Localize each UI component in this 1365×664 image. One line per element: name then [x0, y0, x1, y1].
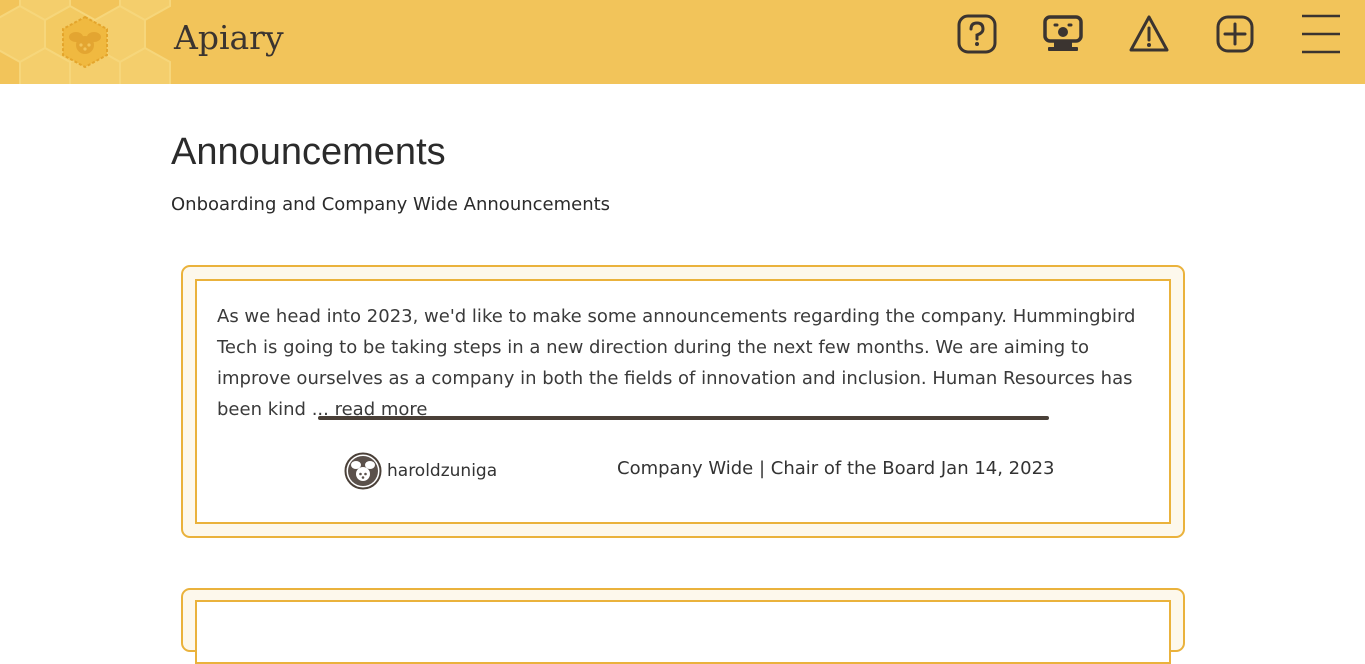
announcement-card-inner: As we head into 2023, we'd like to make … [195, 279, 1171, 524]
announcement-card[interactable] [181, 588, 1185, 664]
bee-logo-icon[interactable] [58, 15, 112, 69]
avatar [344, 452, 382, 490]
warning-icon[interactable] [1126, 11, 1172, 57]
announcement-meta: Company Wide | Chair of the Board Jan 14… [617, 458, 1055, 479]
presentation-icon[interactable] [1040, 11, 1086, 57]
author[interactable]: haroldzuniga [344, 452, 497, 490]
top-nav-bar: Apiary [0, 0, 1365, 84]
announcement-body: As we head into 2023, we'd like to make … [217, 301, 1157, 425]
author-name[interactable]: haroldzuniga [387, 461, 497, 481]
page-title: Announcements [171, 131, 446, 173]
menu-icon[interactable] [1298, 11, 1344, 57]
add-icon[interactable] [1212, 11, 1258, 57]
announcement-card-inner [195, 600, 1171, 664]
divider [318, 416, 1049, 420]
announcement-card[interactable]: As we head into 2023, we'd like to make … [181, 265, 1185, 538]
help-icon[interactable] [954, 11, 1000, 57]
app-title[interactable]: Apiary [174, 18, 284, 57]
page-subtitle: Onboarding and Company Wide Announcement… [171, 194, 611, 215]
